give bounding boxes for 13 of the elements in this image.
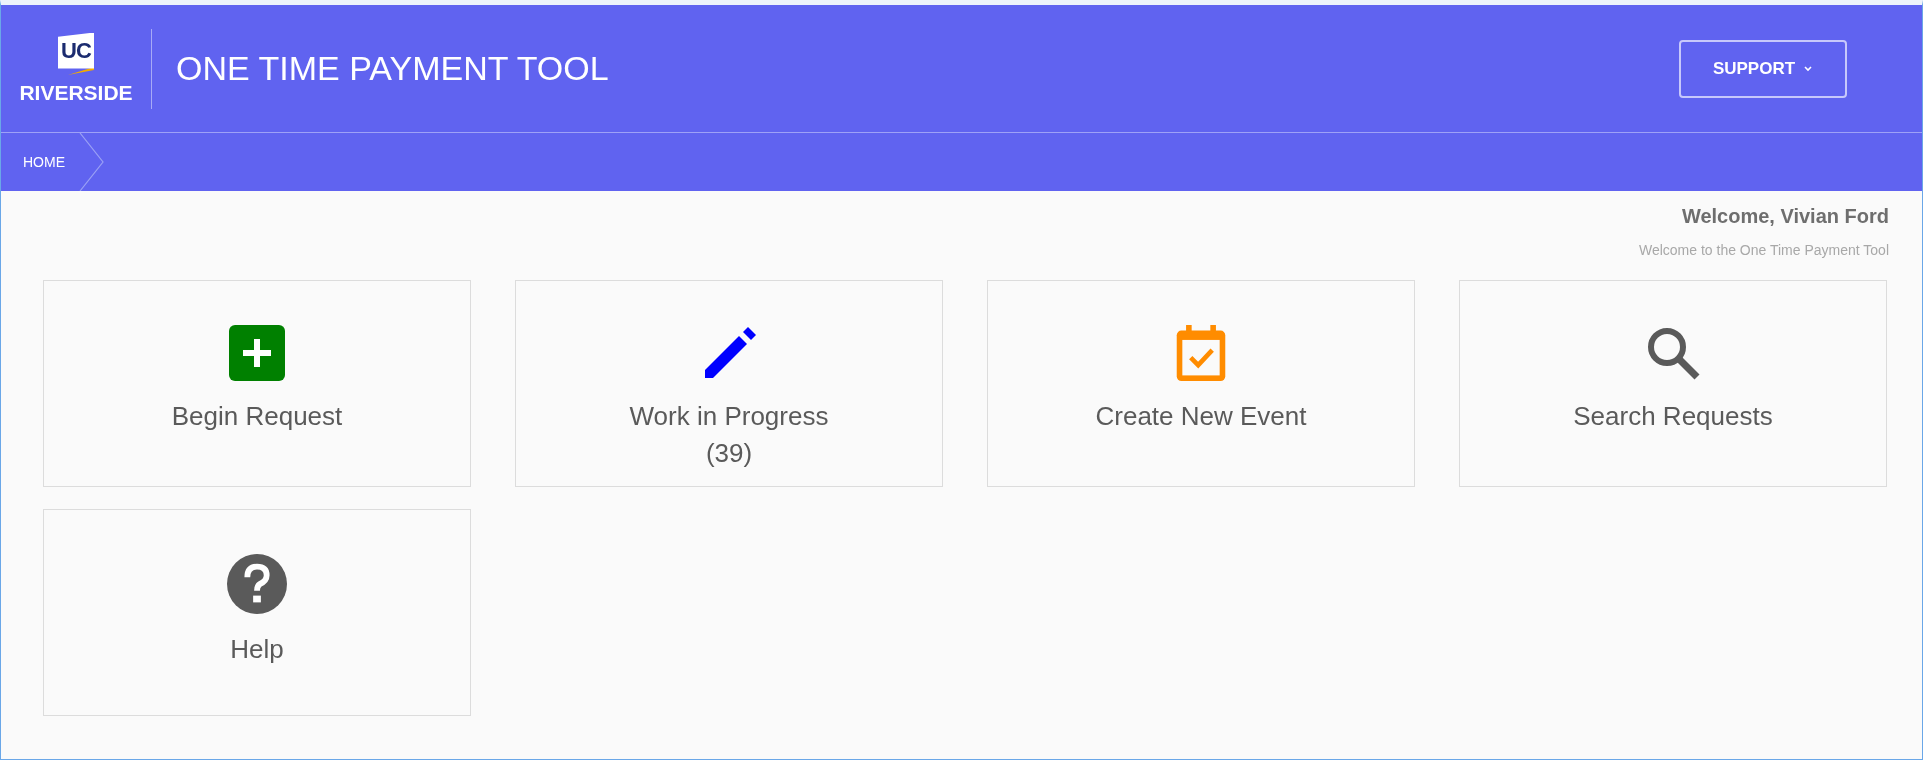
menu-tile[interactable]: Work in Progress (39): [515, 280, 943, 487]
menu-tile[interactable]: Create New Event: [987, 280, 1415, 487]
breadcrumb-link[interactable]: HOME: [23, 154, 65, 170]
support-button[interactable]: SUPPORT: [1679, 39, 1847, 98]
menu-tile[interactable]: Begin Request: [43, 280, 471, 487]
app-title: ONE TIME PAYMENT TOOL: [176, 49, 609, 88]
caret-icon: [1803, 64, 1814, 73]
welcome-heading: Welcome, Vivian Ford: [1681, 205, 1889, 228]
menu-tile[interactable]: Help: [43, 509, 471, 716]
logo-text: RIVERSIDE: [19, 80, 133, 105]
logo-flag: UC: [58, 32, 94, 69]
menu-tile[interactable]: Search Requests: [1459, 280, 1887, 487]
welcome-subtitle: Welcome to the One Time Payment Tool: [1638, 242, 1889, 258]
